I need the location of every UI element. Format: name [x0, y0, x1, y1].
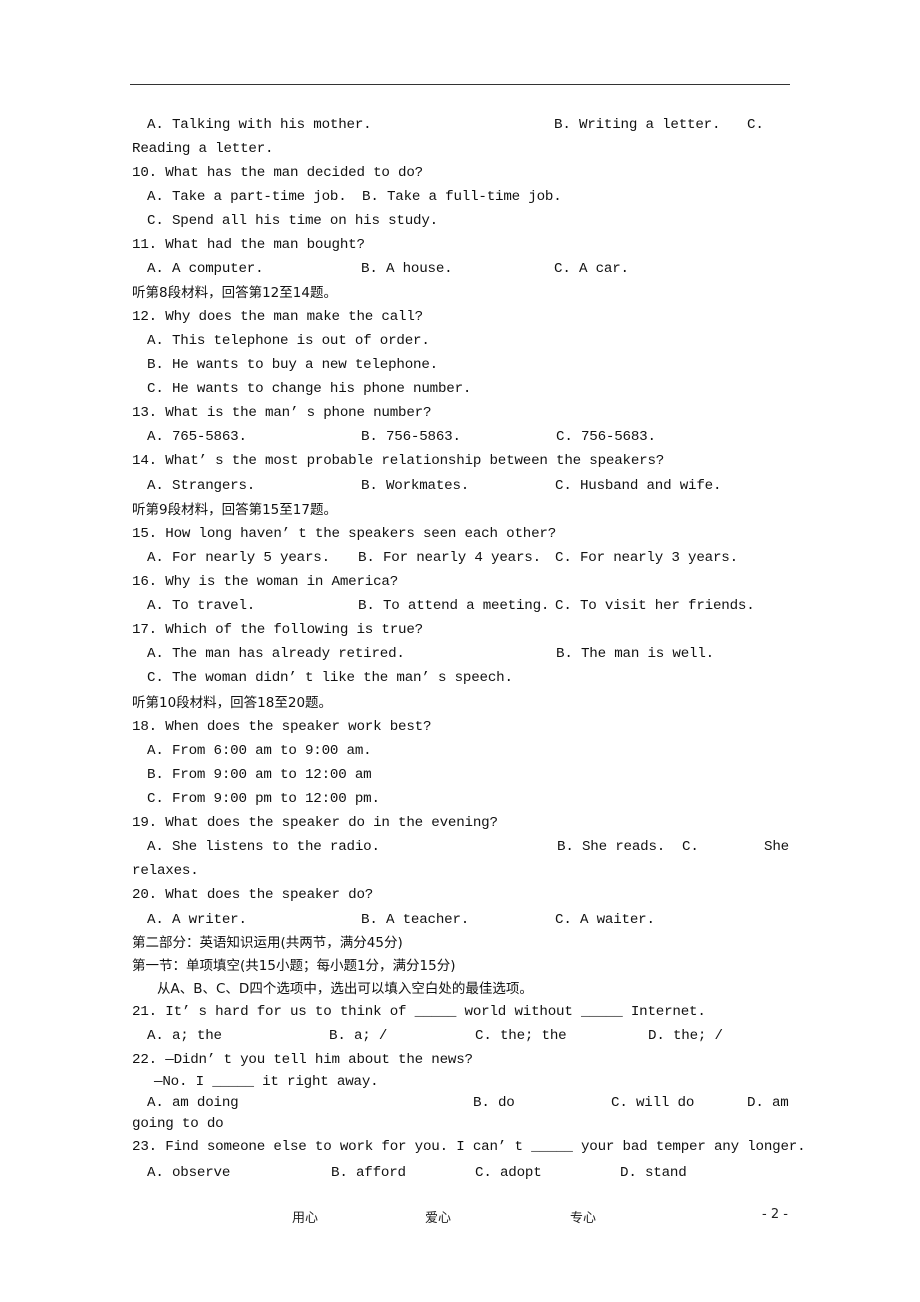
q15-option-b: B. For nearly 4 years.	[358, 550, 541, 566]
section-8-heading: 听第8段材料，回答第12至14题。	[132, 285, 337, 301]
q23-option-d: D. stand	[620, 1165, 687, 1181]
footer-middle: 爱心	[425, 1211, 452, 1226]
q14-option-c: C. Husband and wife.	[555, 478, 722, 494]
q18-option-b: B. From 9:00 am to 12:00 am	[147, 767, 372, 783]
q13-option-c: C. 756-5683.	[556, 429, 656, 445]
q14-stem: 14. What’ s the most probable relationsh…	[132, 453, 665, 469]
q22-stem: 22. —Didn’ t you tell him about the news…	[132, 1052, 473, 1068]
q12-option-c: C. He wants to change his phone number.	[147, 381, 472, 397]
q9-option-a: A. Talking with his mother.	[147, 117, 372, 133]
q15-option-c: C. For nearly 3 years.	[555, 550, 738, 566]
q21-option-c: C. the; the	[475, 1028, 567, 1044]
part-2-title: 第二部分：英语知识运用(共两节，满分45分)	[132, 935, 403, 951]
q22-option-d: D. am	[747, 1095, 789, 1111]
q22-option-b: B. do	[473, 1095, 515, 1111]
footer-right: 专心	[570, 1211, 597, 1226]
q18-option-a: A. From 6:00 am to 9:00 am.	[147, 743, 372, 759]
q11-option-b: B. A house.	[361, 261, 453, 277]
part-2-section-1-title: 第一节：单项填空(共15小题；每小题1分，满分15分)	[132, 958, 456, 974]
q21-option-d: D. the; /	[648, 1028, 723, 1044]
q20-stem: 20. What does the speaker do?	[132, 887, 374, 903]
q17-option-a: A. The man has already retired.	[147, 646, 405, 662]
q23-stem: 23. Find someone else to work for you. I…	[132, 1139, 806, 1155]
q18-stem: 18. When does the speaker work best?	[132, 719, 432, 735]
section-10-heading: 听第10段材料，回答18至20题。	[132, 695, 333, 711]
q16-stem: 16. Why is the woman in America?	[132, 574, 399, 590]
q19-option-c-cont: relaxes.	[132, 863, 199, 879]
q20-option-b: B. A teacher.	[361, 912, 470, 928]
q20-option-c: C. A waiter.	[555, 912, 655, 928]
q23-option-b: B. afford	[331, 1165, 406, 1181]
q17-option-b: B. The man is well.	[556, 646, 714, 662]
q9-option-c-cont: Reading a letter.	[132, 141, 274, 157]
q21-option-a: A. a; the	[147, 1028, 222, 1044]
q13-stem: 13. What is the man’ s phone number?	[132, 405, 432, 421]
q11-stem: 11. What had the man bought?	[132, 237, 365, 253]
q11-option-c: C. A car.	[554, 261, 629, 277]
q23-option-c: C. adopt	[475, 1165, 542, 1181]
q21-stem: 21. It’ s hard for us to think of _____ …	[132, 1004, 706, 1020]
q11-option-a: A. A computer.	[147, 261, 264, 277]
q14-option-a: A. Strangers.	[147, 478, 256, 494]
q14-option-b: B. Workmates.	[361, 478, 470, 494]
q20-option-a: A. A writer.	[147, 912, 247, 928]
footer-left: 用心	[292, 1211, 319, 1226]
part-2-instructions: 从A、B、C、D四个选项中，选出可以填入空白处的最佳选项。	[157, 981, 533, 997]
q15-stem: 15. How long haven’ t the speakers seen …	[132, 526, 557, 542]
q10-stem: 10. What has the man decided to do?	[132, 165, 423, 181]
q9-option-c: C.	[747, 117, 764, 133]
q19-stem: 19. What does the speaker do in the even…	[132, 815, 498, 831]
q16-option-b: B. To attend a meeting.	[358, 598, 550, 614]
q18-option-c: C. From 9:00 pm to 12:00 pm.	[147, 791, 380, 807]
q17-stem: 17. Which of the following is true?	[132, 622, 423, 638]
q12-option-b: B. He wants to buy a new telephone.	[147, 357, 438, 373]
q9-option-b: B. Writing a letter.	[554, 117, 721, 133]
q22-stem-reply: —No. I _____ it right away.	[154, 1074, 379, 1090]
q13-option-a: A. 765-5863.	[147, 429, 247, 445]
q12-option-a: A. This telephone is out of order.	[147, 333, 430, 349]
q16-option-a: A. To travel.	[147, 598, 256, 614]
q16-option-c: C. To visit her friends.	[555, 598, 755, 614]
q22-option-a: A. am doing	[147, 1095, 239, 1111]
q19-option-a: A. She listens to the radio.	[147, 839, 380, 855]
header-rule	[130, 84, 790, 85]
q19-option-c-tail: She	[764, 839, 789, 855]
q22-option-c: C. will do	[611, 1095, 695, 1111]
q10-option-a: A. Take a part-time job.	[147, 189, 347, 205]
q19-option-c: C.	[682, 839, 699, 855]
q13-option-b: B. 756-5863.	[361, 429, 461, 445]
q12-stem: 12. Why does the man make the call?	[132, 309, 423, 325]
q15-option-a: A. For nearly 5 years.	[147, 550, 330, 566]
q22-option-d-cont: going to do	[132, 1116, 224, 1132]
q19-option-b: B. She reads.	[557, 839, 666, 855]
q10-option-c: C. Spend all his time on his study.	[147, 213, 438, 229]
q10-option-b: B. Take a full-time job.	[362, 189, 562, 205]
q21-option-b: B. a; /	[329, 1028, 388, 1044]
page-number: - 2 -	[762, 1207, 788, 1222]
section-9-heading: 听第9段材料，回答第15至17题。	[132, 502, 337, 518]
q23-option-a: A. observe	[147, 1165, 231, 1181]
q17-option-c: C. The woman didn’ t like the man’ s spe…	[147, 670, 513, 686]
